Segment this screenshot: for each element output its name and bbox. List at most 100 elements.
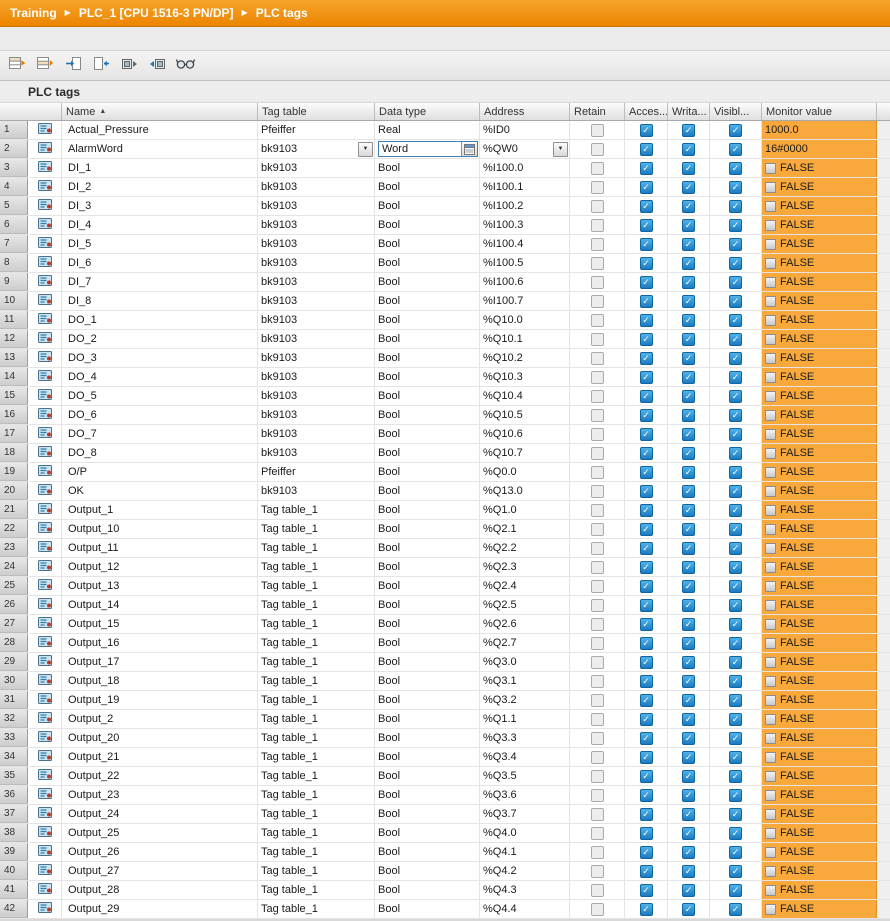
visible-checkbox[interactable]: ✓: [729, 655, 742, 669]
writable-checkbox[interactable]: ✓: [682, 598, 695, 612]
row-number[interactable]: 36: [0, 786, 28, 804]
retain-checkbox[interactable]: [590, 693, 604, 707]
accessible-checkbox[interactable]: ✓: [639, 541, 653, 555]
data-type-cell[interactable]: Bool: [375, 767, 480, 785]
tag-name-cell[interactable]: Output_22: [62, 767, 258, 785]
accessible-checkbox[interactable]: ✓: [639, 199, 653, 213]
row-number[interactable]: 37: [0, 805, 28, 823]
writable-checkbox[interactable]: ✓: [682, 750, 695, 764]
address-cell[interactable]: %I100.0: [480, 159, 570, 177]
tag-name-cell[interactable]: DO_3: [62, 349, 258, 367]
retain-checkbox[interactable]: [590, 503, 604, 517]
retain-checkbox[interactable]: [590, 256, 604, 270]
header-retain[interactable]: Retain: [570, 103, 625, 120]
visible-checkbox[interactable]: ✓: [729, 218, 742, 232]
tag-name-cell[interactable]: OK: [62, 482, 258, 500]
address-cell[interactable]: %Q4.3: [480, 881, 570, 899]
snapshot-button[interactable]: [117, 54, 142, 77]
retain-checkbox[interactable]: [590, 427, 604, 441]
accessible-checkbox[interactable]: ✓: [639, 142, 653, 156]
tag-name-cell[interactable]: Output_26: [62, 843, 258, 861]
address-cell[interactable]: %I100.5: [480, 254, 570, 272]
tag-table-cell[interactable]: bk9103: [258, 273, 375, 291]
data-type-cell[interactable]: Bool: [375, 615, 480, 633]
table-row[interactable]: 13 DO_3 bk9103 Bool %Q10.2 ✓ ✓ ✓ FALSE: [0, 349, 890, 368]
table-row[interactable]: 7 DI_5 bk9103 Bool %I100.4 ✓ ✓ ✓ FALSE: [0, 235, 890, 254]
tag-table-cell[interactable]: Tag table_1: [258, 615, 375, 633]
tag-table-cell[interactable]: Tag table_1: [258, 805, 375, 823]
writable-checkbox[interactable]: ✓: [682, 370, 695, 384]
tag-table-cell[interactable]: bk9103: [258, 292, 375, 310]
table-row[interactable]: 2 AlarmWord bk9103 ▼ Word %QW0 ▼ ✓ ✓ ✓ 16#0000: [0, 140, 890, 159]
tag-table-cell[interactable]: Tag table_1: [258, 539, 375, 557]
visible-checkbox[interactable]: ✓: [729, 313, 742, 327]
retain-checkbox[interactable]: [590, 142, 604, 156]
header-name[interactable]: Name ▲: [62, 103, 258, 120]
tag-name-cell[interactable]: Output_21: [62, 748, 258, 766]
tag-name-cell[interactable]: DI_3: [62, 197, 258, 215]
writable-checkbox[interactable]: ✓: [682, 826, 695, 840]
address-cell[interactable]: %Q3.7: [480, 805, 570, 823]
data-type-cell[interactable]: Bool: [375, 311, 480, 329]
visible-checkbox[interactable]: ✓: [729, 484, 742, 498]
data-type-cell[interactable]: Bool: [375, 577, 480, 595]
writable-checkbox[interactable]: ✓: [682, 446, 695, 460]
table-row[interactable]: 20 OK bk9103 Bool %Q13.0 ✓ ✓ ✓ FALSE: [0, 482, 890, 501]
tag-table-cell[interactable]: bk9103: [258, 482, 375, 500]
writable-checkbox[interactable]: ✓: [682, 807, 695, 821]
accessible-checkbox[interactable]: ✓: [639, 598, 653, 612]
accessible-checkbox[interactable]: ✓: [639, 161, 653, 175]
tag-table-cell[interactable]: Tag table_1: [258, 767, 375, 785]
accessible-checkbox[interactable]: ✓: [639, 864, 653, 878]
data-type-cell[interactable]: Bool: [375, 634, 480, 652]
row-number[interactable]: 17: [0, 425, 28, 443]
retain-checkbox[interactable]: [590, 351, 604, 365]
accessible-checkbox[interactable]: ✓: [639, 123, 653, 137]
table-row[interactable]: 35 Output_22 Tag table_1 Bool %Q3.5 ✓ ✓ ✓ FALSE: [0, 767, 890, 786]
writable-checkbox[interactable]: ✓: [682, 731, 695, 745]
address-cell[interactable]: %Q10.2: [480, 349, 570, 367]
address-cell[interactable]: %Q2.2: [480, 539, 570, 557]
data-type-cell[interactable]: Bool: [375, 178, 480, 196]
accessible-checkbox[interactable]: ✓: [639, 275, 653, 289]
data-type-cell[interactable]: Word: [375, 140, 480, 158]
address-cell[interactable]: %Q2.4: [480, 577, 570, 595]
writable-checkbox[interactable]: ✓: [682, 351, 695, 365]
retain-checkbox[interactable]: [590, 522, 604, 536]
row-number[interactable]: 35: [0, 767, 28, 785]
row-number[interactable]: 18: [0, 444, 28, 462]
add-row-button[interactable]: [33, 54, 58, 77]
address-cell[interactable]: %ID0: [480, 121, 570, 139]
data-type-cell[interactable]: Bool: [375, 862, 480, 880]
writable-checkbox[interactable]: ✓: [682, 579, 695, 593]
tag-table-cell[interactable]: Tag table_1: [258, 748, 375, 766]
tag-table-cell[interactable]: bk9103: [258, 349, 375, 367]
tag-name-cell[interactable]: Output_19: [62, 691, 258, 709]
accessible-checkbox[interactable]: ✓: [639, 484, 653, 498]
row-number[interactable]: 16: [0, 406, 28, 424]
row-number[interactable]: 15: [0, 387, 28, 405]
data-type-cell[interactable]: Bool: [375, 539, 480, 557]
tag-name-cell[interactable]: DI_6: [62, 254, 258, 272]
accessible-checkbox[interactable]: ✓: [639, 389, 653, 403]
header-visible[interactable]: Visibl...: [710, 103, 762, 120]
tag-table-cell[interactable]: Tag table_1: [258, 729, 375, 747]
visible-checkbox[interactable]: ✓: [729, 275, 742, 289]
retain-checkbox[interactable]: [590, 579, 604, 593]
visible-checkbox[interactable]: ✓: [729, 541, 742, 555]
tag-table-cell[interactable]: bk9103: [258, 216, 375, 234]
address-cell[interactable]: %Q3.3: [480, 729, 570, 747]
import-button[interactable]: [89, 54, 114, 77]
row-number[interactable]: 33: [0, 729, 28, 747]
table-row[interactable]: 40 Output_27 Tag table_1 Bool %Q4.2 ✓ ✓ ✓ FALSE: [0, 862, 890, 881]
accessible-checkbox[interactable]: ✓: [639, 370, 653, 384]
row-number[interactable]: 11: [0, 311, 28, 329]
header-tag-table[interactable]: Tag table: [258, 103, 375, 120]
row-number[interactable]: 26: [0, 596, 28, 614]
writable-checkbox[interactable]: ✓: [682, 294, 695, 308]
data-type-cell[interactable]: Bool: [375, 881, 480, 899]
address-cell[interactable]: %Q2.6: [480, 615, 570, 633]
retain-checkbox[interactable]: [590, 541, 604, 555]
table-row[interactable]: 34 Output_21 Tag table_1 Bool %Q3.4 ✓ ✓ ✓ FALSE: [0, 748, 890, 767]
accessible-checkbox[interactable]: ✓: [639, 218, 653, 232]
